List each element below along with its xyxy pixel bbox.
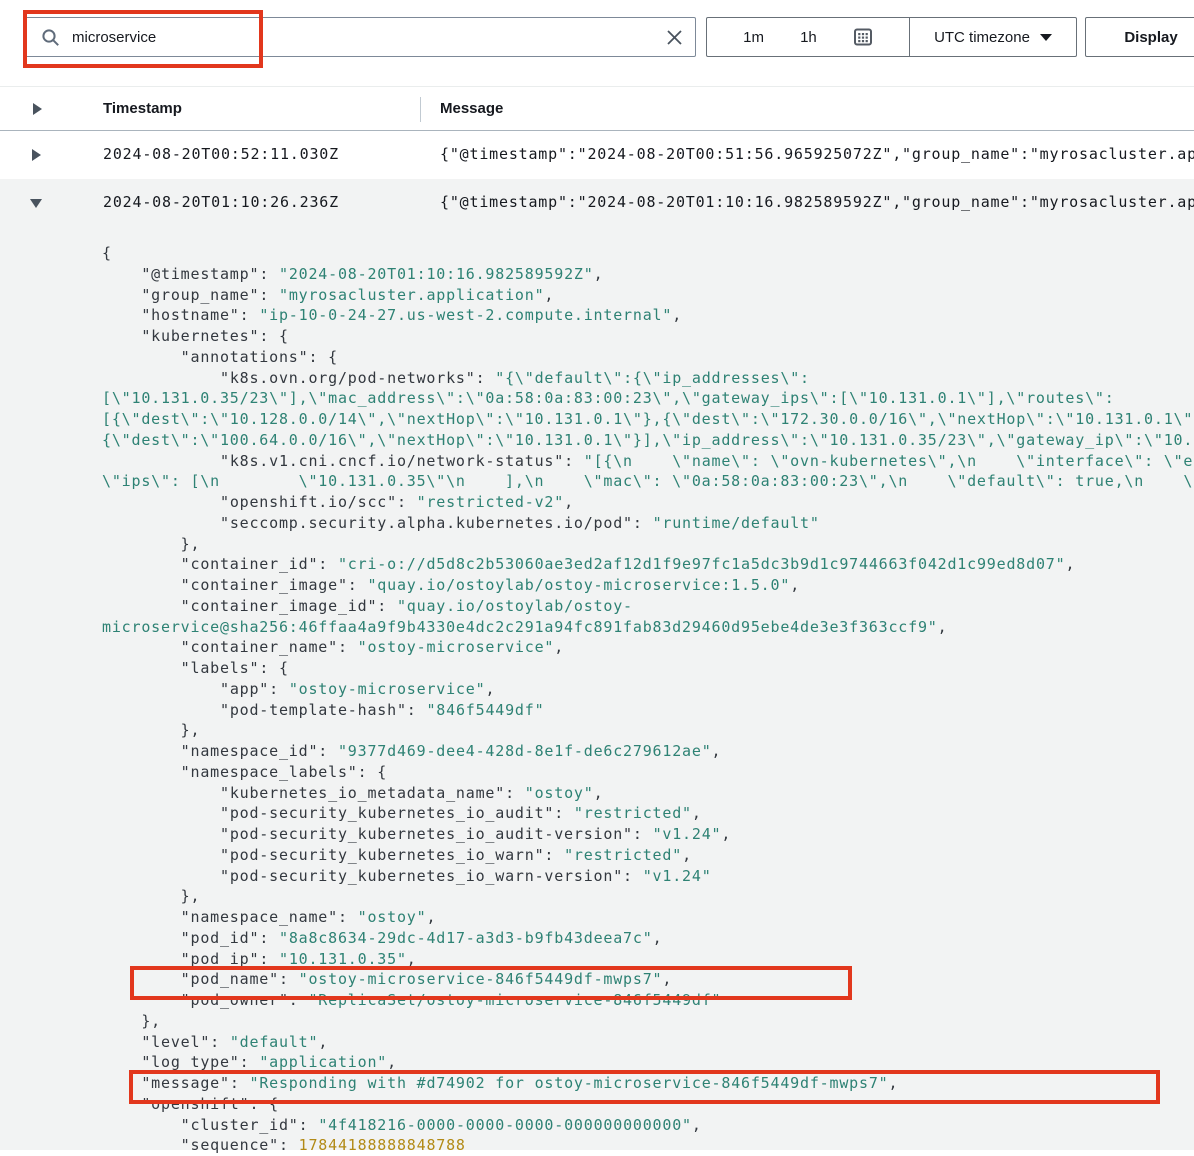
json-line: "kubernetes": {	[0, 326, 1194, 347]
time-preset-1h[interactable]: 1h	[800, 29, 817, 46]
json-line: "level": "default",	[0, 1032, 1194, 1053]
json-line: "container_name": "ostoy-microservice",	[0, 637, 1194, 658]
column-divider[interactable]	[420, 97, 421, 122]
json-line: "k8s.ovn.org/pod-networks": "{\"default\…	[0, 368, 1194, 389]
log-search-box[interactable]	[25, 17, 696, 57]
clear-search-button[interactable]	[666, 29, 683, 46]
search-input[interactable]	[70, 28, 666, 47]
json-line: [{\"dest\":\"10.128.0.0/14\",\"nextHop\"…	[0, 409, 1194, 430]
json-line: "pod_id": "8a8c8634-29dc-4d17-a3d3-b9fb4…	[0, 928, 1194, 949]
json-line: microservice@sha256:46ffaa4a9f9b4330e4dc…	[0, 617, 1194, 638]
column-header-message: Message	[440, 100, 503, 117]
row-message-preview: {"@timestamp":"2024-08-20T00:51:56.96592…	[440, 145, 1194, 163]
collapse-row-icon[interactable]	[30, 199, 42, 208]
json-line: },	[0, 534, 1194, 555]
json-line: "sequence": 17844188888848788	[0, 1135, 1194, 1156]
json-line: "cluster_id": "4f418216-0000-0000-0000-0…	[0, 1115, 1194, 1136]
json-line: "openshift.io/scc": "restricted-v2",	[0, 492, 1194, 513]
json-line: "message": "Responding with #d74902 for …	[0, 1073, 1194, 1094]
json-line: "namespace_id": "9377d469-dee4-428d-8e1f…	[0, 741, 1194, 762]
json-line: "labels": {	[0, 658, 1194, 679]
json-line: "container_image_id": "quay.io/ostoylab/…	[0, 596, 1194, 617]
custom-range-button[interactable]	[853, 27, 873, 47]
json-line: "pod-security_kubernetes_io_audit": "res…	[0, 803, 1194, 824]
time-preset-1m[interactable]: 1m	[743, 29, 764, 46]
column-header-timestamp: Timestamp	[103, 100, 182, 117]
search-icon	[41, 28, 60, 47]
json-line: },	[0, 886, 1194, 907]
json-line: {	[0, 243, 1194, 264]
log-table-header: Timestamp Message	[0, 86, 1194, 131]
timezone-dropdown[interactable]: UTC timezone	[910, 18, 1076, 56]
timezone-label: UTC timezone	[934, 29, 1030, 46]
json-line: "pod_owner": "ReplicaSet/ostoy-microserv…	[0, 990, 1194, 1011]
json-line: "pod-security_kubernetes_io_warn-version…	[0, 866, 1194, 887]
json-line: {\"dest\":\"100.64.0.0/16\",\"nextHop\":…	[0, 430, 1194, 451]
json-line: "log_type": "application",	[0, 1052, 1194, 1073]
chevron-down-icon	[1040, 34, 1052, 41]
json-line: "container_image": "quay.io/ostoylab/ost…	[0, 575, 1194, 596]
time-range-controls: 1m 1h UTC timezone	[706, 17, 1077, 57]
row-timestamp: 2024-08-20T01:10:26.236Z	[103, 193, 339, 211]
row-message-preview: {"@timestamp":"2024-08-20T01:10:16.98258…	[440, 193, 1194, 211]
table-row[interactable]: 2024-08-20T01:10:26.236Z {"@timestamp":"…	[0, 179, 1194, 227]
log-json-detail: { "@timestamp": "2024-08-20T01:10:16.982…	[0, 243, 1194, 1156]
calendar-icon	[853, 27, 873, 47]
json-line: "hostname": "ip-10-0-24-27.us-west-2.com…	[0, 305, 1194, 326]
json-line: \"ips\": [\n \"10.131.0.35\"\n ],\n \"ma…	[0, 471, 1194, 492]
json-line: "pod-security_kubernetes_io_audit-versio…	[0, 824, 1194, 845]
json-line: "pod-template-hash": "846f5449df"	[0, 700, 1194, 721]
json-line: "pod-security_kubernetes_io_warn": "rest…	[0, 845, 1194, 866]
json-line: "namespace_name": "ostoy",	[0, 907, 1194, 928]
display-button[interactable]: Display	[1085, 17, 1194, 57]
json-line: "container_id": "cri-o://d5d8c2b53060ae3…	[0, 554, 1194, 575]
json-line: "seccomp.security.alpha.kubernetes.io/po…	[0, 513, 1194, 534]
json-line: "@timestamp": "2024-08-20T01:10:16.98258…	[0, 264, 1194, 285]
table-row[interactable]: 2024-08-20T00:52:11.030Z {"@timestamp":"…	[0, 131, 1194, 179]
json-line: "k8s.v1.cni.cncf.io/network-status": "[{…	[0, 451, 1194, 472]
close-icon	[666, 29, 683, 46]
json-line: },	[0, 720, 1194, 741]
json-line: },	[0, 1011, 1194, 1032]
expand-row-icon[interactable]	[32, 149, 41, 161]
json-line: "app": "ostoy-microservice",	[0, 679, 1194, 700]
expand-all-icon[interactable]	[33, 103, 42, 115]
json-line: "group_name": "myrosacluster.application…	[0, 285, 1194, 306]
time-presets: 1m 1h	[707, 18, 910, 56]
json-line: [\"10.131.0.35/23\"],\"mac_address\":\"0…	[0, 388, 1194, 409]
row-timestamp: 2024-08-20T00:52:11.030Z	[103, 145, 339, 163]
json-line: "kubernetes_io_metadata_name": "ostoy",	[0, 783, 1194, 804]
json-line: "annotations": {	[0, 347, 1194, 368]
json-line: "pod_ip": "10.131.0.35",	[0, 949, 1194, 970]
json-line: "openshift": {	[0, 1094, 1194, 1115]
json-line: "namespace_labels": {	[0, 762, 1194, 783]
json-line: "pod_name": "ostoy-microservice-846f5449…	[0, 969, 1194, 990]
